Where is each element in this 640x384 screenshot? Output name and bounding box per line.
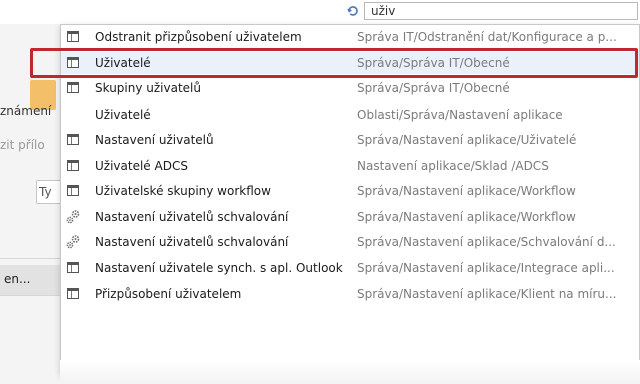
result-name: Přizpůsobení uživatelem — [95, 287, 242, 301]
result-path: Správa/Nastavení aplikace/Schvalování d.… — [357, 235, 616, 249]
search-input[interactable]: uživ — [364, 2, 638, 20]
result-name: Odstranit přizpůsobení uživatelem — [95, 30, 302, 44]
background-field[interactable]: Ty — [36, 180, 60, 204]
result-row[interactable]: Uživatelé Oblasti/Správa/Nastavení aplik… — [61, 104, 639, 126]
background-page — [0, 24, 60, 384]
table-icon — [67, 160, 79, 171]
result-row[interactable]: Nastavení uživatele synch. s apl. Outloo… — [61, 257, 639, 279]
result-row[interactable]: Skupiny uživatelů Správa/Správa IT/Obecn… — [61, 77, 639, 99]
result-path: Správa/Nastavení aplikace/Uživatelé — [357, 133, 577, 147]
search-input-value: uživ — [371, 4, 396, 18]
result-row[interactable]: Nastavení uživatelů schvalování Správa/N… — [61, 231, 639, 253]
result-row[interactable]: Odstranit přizpůsobení uživatelem Správa… — [61, 26, 639, 48]
table-icon — [67, 288, 79, 299]
result-row[interactable]: Uživatelské skupiny workflow Správa/Nast… — [61, 180, 639, 202]
table-icon — [67, 31, 79, 42]
result-name: Uživatelé ADCS — [95, 159, 188, 173]
result-path: Správa/Nastavení aplikace/Workflow — [357, 184, 576, 198]
background-label: známení — [0, 104, 52, 118]
background-label-muted: zit přílo — [0, 138, 45, 152]
background-field-label: Ty — [39, 185, 52, 199]
divider — [0, 295, 60, 296]
table-icon — [67, 185, 79, 196]
result-path: Správa/Nastavení aplikace/Integrace apli… — [357, 261, 615, 275]
table-icon — [67, 262, 79, 273]
result-row[interactable]: Uživatelé ADCS Nastavení aplikace/Sklad … — [61, 155, 639, 177]
result-path: Oblasti/Správa/Nastavení aplikace — [357, 108, 563, 122]
dropdown-footer — [60, 360, 640, 384]
result-path: Nastavení aplikace/Sklad /ADCS — [357, 159, 549, 173]
table-icon — [67, 134, 79, 145]
result-name: Nastavení uživatele synch. s apl. Outloo… — [95, 261, 343, 275]
result-name: Uživatelské skupiny workflow — [95, 184, 271, 198]
gears-icon — [66, 210, 80, 224]
result-name: Nastavení uživatelů — [95, 133, 214, 147]
result-path: Správa/Nastavení aplikace/Workflow — [357, 210, 576, 224]
result-row[interactable]: Přizpůsobení uživatelem Správa/Nastavení… — [61, 283, 639, 305]
background-row-label: en... — [4, 272, 31, 286]
result-name: Skupiny uživatelů — [95, 81, 201, 95]
divider — [0, 258, 60, 259]
search-icon[interactable] — [346, 4, 360, 18]
background-row[interactable]: en... — [0, 265, 60, 295]
result-row[interactable]: Nastavení uživatelů schvalování Správa/N… — [61, 206, 639, 228]
result-name: Nastavení uživatelů schvalování — [95, 210, 289, 224]
result-name: Nastavení uživatelů schvalování — [95, 235, 289, 249]
result-path: Správa/Správa IT/Obecné — [357, 81, 510, 95]
highlight-annotation — [30, 48, 638, 78]
result-path: Správa IT/Odstranění dat/Konfigurace a p… — [357, 30, 617, 44]
result-row[interactable]: Nastavení uživatelů Správa/Nastavení apl… — [61, 129, 639, 151]
gears-icon — [66, 235, 80, 249]
table-icon — [67, 82, 79, 93]
result-name: Uživatelé — [95, 108, 151, 122]
result-path: Správa/Nastavení aplikace/Klient na míru… — [357, 287, 617, 301]
